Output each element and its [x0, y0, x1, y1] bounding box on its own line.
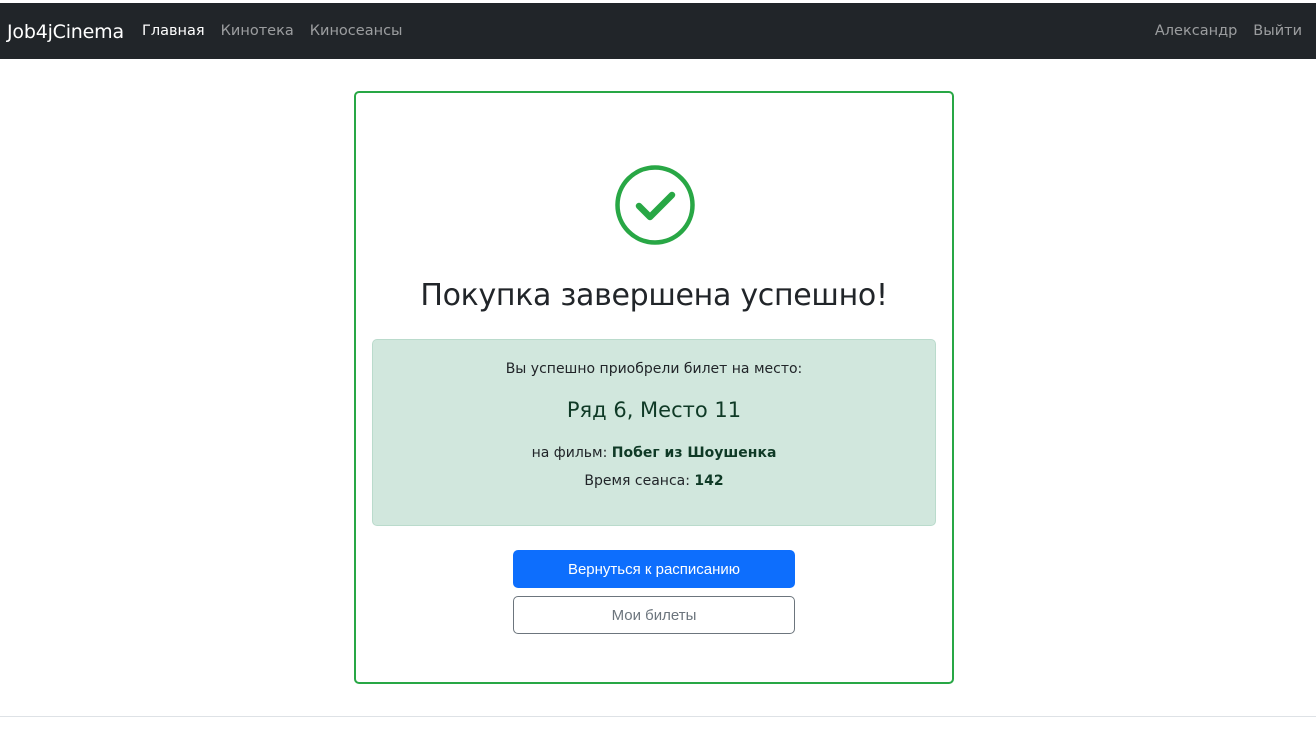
nav-link-films[interactable]: Кинотека: [221, 23, 294, 39]
film-line: на фильм: Побег из Шоушенка: [373, 445, 935, 461]
navbar: Job4jCinema Главная Кинотека Киносеансы …: [0, 3, 1316, 59]
nav-links: Главная Кинотека Киносеансы: [142, 3, 418, 59]
check-circle-icon: [615, 165, 695, 245]
nav-link-sessions[interactable]: Киносеансы: [310, 23, 403, 39]
ticket-info-alert: Вы успешно приобрели билет на место: Ряд…: [372, 339, 936, 526]
ticket-intro-text: Вы успешно приобрели билет на место:: [505, 361, 803, 377]
nav-link-home[interactable]: Главная: [142, 23, 205, 39]
footer-divider: [0, 716, 1316, 717]
session-time-line: Время сеанса: 142: [373, 473, 935, 489]
nav-logout-link[interactable]: Выйти: [1253, 23, 1302, 39]
back-to-schedule-button[interactable]: Вернуться к расписанию: [513, 550, 795, 588]
nav-user-name[interactable]: Александр: [1155, 23, 1237, 39]
seat-info: Ряд 6, Место 11: [566, 398, 742, 422]
brand-logo[interactable]: Job4jCinema: [7, 3, 124, 59]
success-card: Покупка завершена успешно! Вы успешно пр…: [354, 91, 954, 684]
film-name: Побег из Шоушенка: [611, 445, 777, 461]
film-prefix: на фильм:: [531, 445, 608, 461]
time-value: 142: [694, 473, 724, 489]
page-title: Покупка завершена успешно!: [420, 278, 888, 313]
my-tickets-button[interactable]: Мои билеты: [513, 596, 795, 634]
nav-user-area: Александр Выйти: [1139, 3, 1302, 59]
time-prefix: Время сеанса:: [584, 473, 690, 489]
